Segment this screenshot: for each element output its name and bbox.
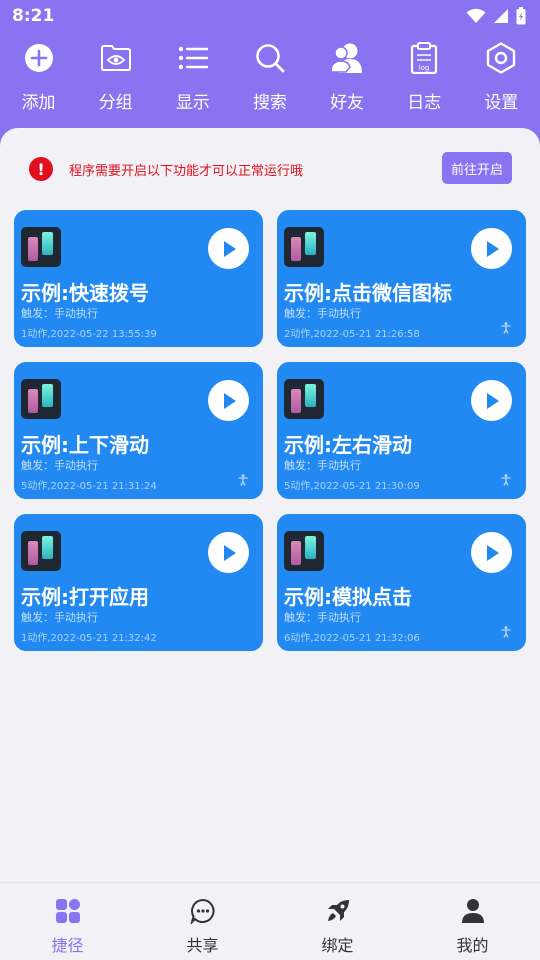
- accessibility-icon: [501, 626, 511, 638]
- notice-message: 程序需要开启以下功能才可以正常运行哦: [69, 164, 304, 179]
- shortcut-card[interactable]: 示例:模拟点击 触发：手动执行 6动作,2022-05-21 21:32:06: [277, 514, 526, 651]
- card-title: 示例:打开应用: [21, 585, 149, 609]
- play-button[interactable]: [471, 228, 512, 269]
- svg-text:log: log: [419, 64, 430, 72]
- card-title: 示例:上下滑动: [21, 433, 149, 457]
- log-button[interactable]: log 日志: [386, 40, 463, 120]
- card-trigger: 触发：手动执行: [284, 611, 361, 624]
- accessibility-icon: [238, 474, 248, 486]
- card-meta: 6动作,2022-05-21 21:32:06: [284, 633, 420, 644]
- list-icon: [175, 40, 211, 76]
- app-icon: [21, 227, 61, 267]
- log-clipboard-icon: log: [406, 40, 442, 76]
- nav-label: 捷径: [51, 936, 84, 955]
- status-time: 8:21: [12, 6, 55, 26]
- nav-label: 我的: [456, 936, 489, 955]
- search-button[interactable]: 搜索: [231, 40, 308, 120]
- app-icon: [21, 531, 61, 571]
- shortcut-grid-icon: [54, 897, 82, 925]
- card-trigger: 触发：手动执行: [284, 459, 361, 472]
- play-button[interactable]: [208, 532, 249, 573]
- play-button[interactable]: [208, 228, 249, 269]
- add-label: 添加: [21, 93, 56, 113]
- friends-icon: [329, 40, 365, 76]
- system-icons: [466, 7, 526, 25]
- friends-label: 好友: [330, 93, 365, 113]
- card-meta: 1动作,2022-05-22 13:55:39: [21, 329, 157, 340]
- battery-icon: [516, 7, 526, 25]
- card-meta: 5动作,2022-05-21 21:31:24: [21, 481, 157, 492]
- card-title: 示例:点击微信图标: [284, 281, 452, 305]
- friends-button[interactable]: 好友: [309, 40, 386, 120]
- play-button[interactable]: [208, 380, 249, 421]
- wifi-icon: [466, 8, 486, 23]
- plus-circle-icon: [21, 40, 57, 76]
- play-icon: [223, 544, 236, 561]
- settings-button[interactable]: 设置: [463, 40, 540, 120]
- play-button[interactable]: [471, 532, 512, 573]
- app-icon: [284, 227, 324, 267]
- card-meta: 5动作,2022-05-21 21:30:09: [284, 481, 420, 492]
- play-icon: [486, 544, 499, 561]
- card-trigger: 触发：手动执行: [21, 307, 98, 320]
- card-trigger: 触发：手动执行: [284, 307, 361, 320]
- nav-label: 共享: [186, 936, 219, 955]
- bottom-navigation: 捷径 共享 绑定 我的: [0, 882, 540, 960]
- nav-shortcuts[interactable]: 捷径: [0, 883, 135, 960]
- card-meta: 1动作,2022-05-21 21:32:42: [21, 633, 157, 644]
- main-content: ! 程序需要开启以下功能才可以正常运行哦 前往开启 示例:快速拨号 触发：手动执…: [0, 128, 540, 882]
- nav-label: 绑定: [321, 936, 354, 955]
- group-label: 分组: [98, 93, 133, 113]
- play-icon: [223, 392, 236, 409]
- top-toolbar: 添加 分组 显示 搜索 好友 log 日志 设置: [0, 40, 540, 120]
- shortcut-card[interactable]: 示例:快速拨号 触发：手动执行 1动作,2022-05-22 13:55:39: [14, 210, 263, 347]
- app-icon: [284, 379, 324, 419]
- rocket-icon: [324, 897, 352, 925]
- app-icon: [284, 531, 324, 571]
- play-icon: [486, 240, 499, 257]
- display-label: 显示: [175, 93, 210, 113]
- card-title: 示例:快速拨号: [21, 281, 149, 305]
- settings-hexagon-icon: [483, 40, 519, 76]
- log-label: 日志: [407, 93, 442, 113]
- chat-bubble-icon: [189, 897, 217, 925]
- nav-share[interactable]: 共享: [135, 883, 270, 960]
- signal-icon: [494, 9, 508, 23]
- accessibility-icon: [501, 474, 511, 486]
- card-trigger: 触发：手动执行: [21, 459, 98, 472]
- play-icon: [223, 240, 236, 257]
- go-enable-button[interactable]: 前往开启: [442, 152, 512, 184]
- settings-label: 设置: [484, 93, 519, 113]
- nav-mine[interactable]: 我的: [405, 883, 540, 960]
- shortcut-card[interactable]: 示例:左右滑动 触发：手动执行 5动作,2022-05-21 21:30:09: [277, 362, 526, 499]
- shortcut-card[interactable]: 示例:上下滑动 触发：手动执行 5动作,2022-05-21 21:31:24: [14, 362, 263, 499]
- shortcut-card[interactable]: 示例:打开应用 触发：手动执行 1动作,2022-05-21 21:32:42: [14, 514, 263, 651]
- permission-notice: ! 程序需要开启以下功能才可以正常运行哦 前往开启: [14, 144, 526, 194]
- exclamation-icon: !: [29, 157, 53, 181]
- shortcut-card[interactable]: 示例:点击微信图标 触发：手动执行 2动作,2022-05-21 21:26:5…: [277, 210, 526, 347]
- play-button[interactable]: [471, 380, 512, 421]
- search-label: 搜索: [252, 93, 287, 113]
- card-trigger: 触发：手动执行: [21, 611, 98, 624]
- group-button[interactable]: 分组: [77, 40, 154, 120]
- add-button[interactable]: 添加: [0, 40, 77, 120]
- folder-eye-icon: [98, 40, 134, 76]
- nav-bind[interactable]: 绑定: [270, 883, 405, 960]
- accessibility-icon: [501, 322, 511, 334]
- person-icon: [459, 897, 487, 925]
- app-icon: [21, 379, 61, 419]
- search-icon: [252, 40, 288, 76]
- play-icon: [486, 392, 499, 409]
- card-meta: 2动作,2022-05-21 21:26:58: [284, 329, 420, 340]
- display-button[interactable]: 显示: [154, 40, 231, 120]
- status-bar: 8:21: [0, 0, 540, 34]
- card-title: 示例:左右滑动: [284, 433, 412, 457]
- card-title: 示例:模拟点击: [284, 585, 412, 609]
